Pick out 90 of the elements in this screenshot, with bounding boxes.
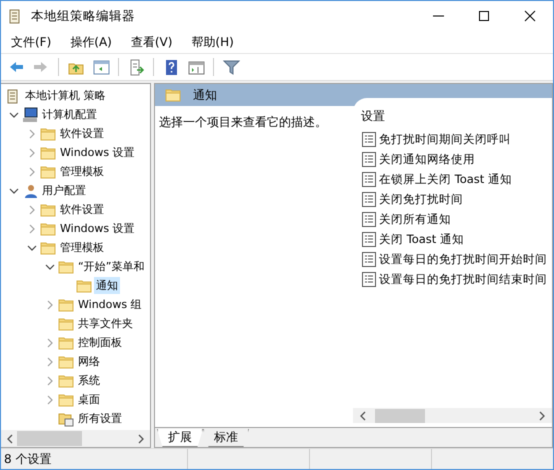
status-text: 8 个设置 (4, 452, 52, 466)
collapsed-caret-icon[interactable] (44, 376, 54, 386)
tree-item[interactable]: 通知 (94, 277, 120, 294)
setting-item[interactable]: 关闭免打扰时间 (379, 192, 463, 206)
setting-icon (361, 130, 377, 148)
filter-icon (222, 58, 240, 76)
folder-icon (40, 126, 56, 142)
setting-item[interactable]: 关闭通知网络使用 (379, 152, 475, 166)
tree-item[interactable]: Windows 组 (76, 296, 144, 313)
tree-item[interactable]: 计算机配置 (40, 106, 99, 123)
setting-icon (361, 250, 377, 268)
tree-item[interactable]: 管理模板 (58, 163, 106, 180)
header-title: 通知 (193, 86, 217, 104)
user-icon (22, 182, 38, 198)
folder-icon (58, 354, 74, 370)
tree-item[interactable]: 桌面 (76, 391, 102, 408)
setting-icon (361, 210, 377, 228)
tree-item[interactable]: “开始”菜单和 (76, 258, 146, 275)
window-title: 本地组策略编辑器 (31, 8, 135, 24)
folder-icon (40, 240, 56, 256)
collapsed-caret-icon[interactable] (44, 356, 54, 366)
setting-item[interactable]: 设置每日的免打扰时间开始时间 (379, 252, 547, 266)
collapsed-caret-icon[interactable] (26, 224, 36, 234)
expanded-caret-icon[interactable] (44, 262, 56, 272)
tree-item[interactable]: 所有设置 (76, 410, 124, 427)
folder-icon (58, 372, 74, 388)
export-list-icon (128, 58, 144, 76)
setting-icon (361, 190, 377, 208)
setting-icon (361, 150, 377, 168)
scroll-right-icon (137, 434, 145, 444)
tree-item[interactable]: Windows 设置 (58, 220, 137, 237)
tree-item[interactable]: 软件设置 (58, 125, 106, 142)
setting-item[interactable]: 免打扰时间期间关闭呼叫 (379, 132, 511, 146)
menu-item[interactable]: 文件(F) (5, 34, 58, 50)
scroll-left-icon (6, 434, 14, 444)
folder-icon (40, 144, 56, 160)
folder-icon (165, 87, 181, 103)
tree-item[interactable]: 共享文件夹 (76, 315, 135, 332)
folder-icon (58, 258, 74, 274)
view-icon (188, 58, 204, 76)
collapsed-caret-icon[interactable] (26, 148, 36, 158)
minimize-icon (433, 15, 444, 17)
expanded-caret-icon[interactable] (8, 110, 20, 120)
setting-item[interactable]: 关闭 Toast 通知 (379, 232, 464, 246)
collapsed-caret-icon[interactable] (44, 300, 54, 310)
collapsed-caret-icon[interactable] (44, 394, 54, 404)
setting-icon (361, 270, 377, 288)
tab[interactable]: 扩展 (157, 429, 203, 447)
scroll-right-icon (538, 410, 546, 420)
close-icon (524, 10, 536, 22)
tree-item[interactable]: 本地计算机 策略 (23, 87, 108, 104)
folder-icon (58, 392, 74, 408)
tree-item[interactable]: Windows 设置 (58, 144, 137, 161)
scroll-left-icon (359, 410, 367, 420)
folder-icon (40, 202, 56, 218)
horizontal-scrollbar[interactable] (353, 408, 552, 423)
folder-icon (76, 278, 92, 294)
tab[interactable]: 标准 (203, 429, 249, 447)
folder-icon (58, 334, 74, 350)
collapsed-caret-icon[interactable] (26, 128, 36, 138)
folder-icon (40, 164, 56, 180)
expanded-caret-icon[interactable] (8, 186, 20, 196)
menu-item[interactable]: 查看(V) (124, 34, 178, 50)
setting-icon (361, 230, 377, 248)
folder-icon (58, 296, 74, 312)
collapsed-caret-icon[interactable] (26, 166, 36, 176)
tree-item[interactable]: 控制面板 (76, 334, 124, 351)
setting-item[interactable]: 设置每日的免打扰时间结束时间 (379, 272, 547, 286)
setting-icon (361, 170, 377, 188)
collapsed-caret-icon[interactable] (44, 338, 54, 348)
tree-item[interactable]: 网络 (76, 353, 102, 370)
computer-icon (22, 106, 38, 122)
menu-item[interactable]: 操作(A) (64, 34, 118, 50)
tree-item[interactable]: 管理模板 (58, 239, 106, 256)
maximize-icon (478, 10, 490, 22)
folder-icon (58, 316, 74, 332)
column-header[interactable]: 设置 (361, 108, 552, 125)
tree-item[interactable]: 软件设置 (58, 201, 106, 218)
setting-item[interactable]: 在锁屏上关闭 Toast 通知 (379, 172, 512, 186)
collapsed-caret-icon[interactable] (26, 204, 36, 214)
setting-item[interactable]: 关闭所有通知 (379, 212, 451, 226)
expanded-caret-icon[interactable] (26, 242, 38, 252)
description-text: 选择一个项目来查看它的描述。 (159, 115, 327, 129)
settings-folder-icon (58, 410, 74, 426)
pane-icon (92, 58, 110, 76)
tree-item[interactable]: 系统 (76, 372, 102, 389)
tree-item[interactable]: 用户配置 (40, 182, 88, 199)
folder-icon (40, 220, 56, 236)
menu-item[interactable]: 帮助(H) (185, 34, 240, 50)
horizontal-scrollbar[interactable] (1, 430, 150, 447)
